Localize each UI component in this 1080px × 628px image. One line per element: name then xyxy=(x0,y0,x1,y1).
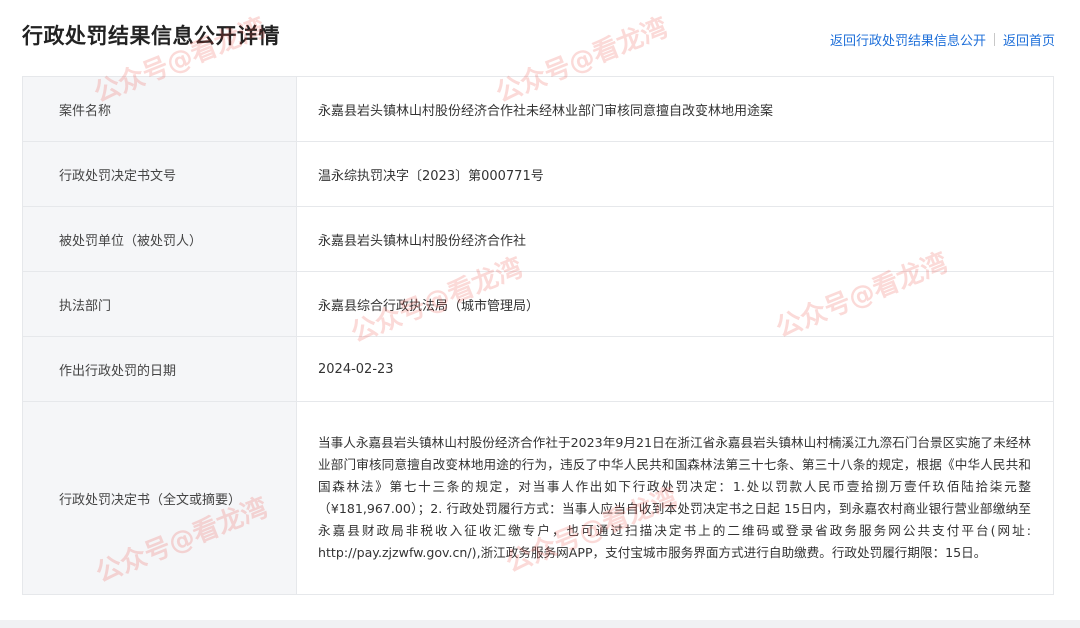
table-row: 执法部门 永嘉县综合行政执法局（城市管理局） xyxy=(22,271,1054,337)
row-value-penalty-date: 2024-02-23 xyxy=(296,336,1054,402)
table-row: 行政处罚决定书（全文或摘要） 当事人永嘉县岩头镇林山村股份经济合作社于2023年… xyxy=(22,401,1054,595)
info-table: 案件名称 永嘉县岩头镇林山村股份经济合作社未经林业部门审核同意擅自改变林地用途案… xyxy=(22,76,1054,595)
row-value-decision: 当事人永嘉县岩头镇林山村股份经济合作社于2023年9月21日在浙江省永嘉县岩头镇… xyxy=(296,401,1054,595)
row-value-penalized-party: 永嘉县岩头镇林山村股份经济合作社 xyxy=(296,206,1054,272)
back-to-home-link[interactable]: 返回首页 xyxy=(1003,30,1055,49)
detail-card: 行政处罚结果信息公开详情 返回行政处罚结果信息公开 返回首页 案件名称 永嘉县岩… xyxy=(0,0,1080,620)
back-to-list-link[interactable]: 返回行政处罚结果信息公开 xyxy=(830,30,986,49)
row-label-document-number: 行政处罚决定书文号 xyxy=(22,141,297,207)
row-label-decision: 行政处罚决定书（全文或摘要） xyxy=(22,401,297,595)
table-row: 案件名称 永嘉县岩头镇林山村股份经济合作社未经林业部门审核同意擅自改变林地用途案 xyxy=(22,76,1054,142)
table-row: 行政处罚决定书文号 温永综执罚决字〔2023〕第000771号 xyxy=(22,141,1054,207)
row-value-case-name: 永嘉县岩头镇林山村股份经济合作社未经林业部门审核同意擅自改变林地用途案 xyxy=(296,76,1054,142)
link-divider xyxy=(993,33,995,46)
header-links: 返回行政处罚结果信息公开 返回首页 xyxy=(830,30,1055,49)
page-title: 行政处罚结果信息公开详情 xyxy=(22,24,280,48)
row-value-enforcement-dept: 永嘉县综合行政执法局（城市管理局） xyxy=(296,271,1054,337)
row-label-penalty-date: 作出行政处罚的日期 xyxy=(22,336,297,402)
row-label-case-name: 案件名称 xyxy=(22,76,297,142)
table-row: 作出行政处罚的日期 2024-02-23 xyxy=(22,336,1054,402)
table-row: 被处罚单位（被处罚人） 永嘉县岩头镇林山村股份经济合作社 xyxy=(22,206,1054,272)
row-value-document-number: 温永综执罚决字〔2023〕第000771号 xyxy=(296,141,1054,207)
row-label-enforcement-dept: 执法部门 xyxy=(22,271,297,337)
row-label-penalized-party: 被处罚单位（被处罚人） xyxy=(22,206,297,272)
